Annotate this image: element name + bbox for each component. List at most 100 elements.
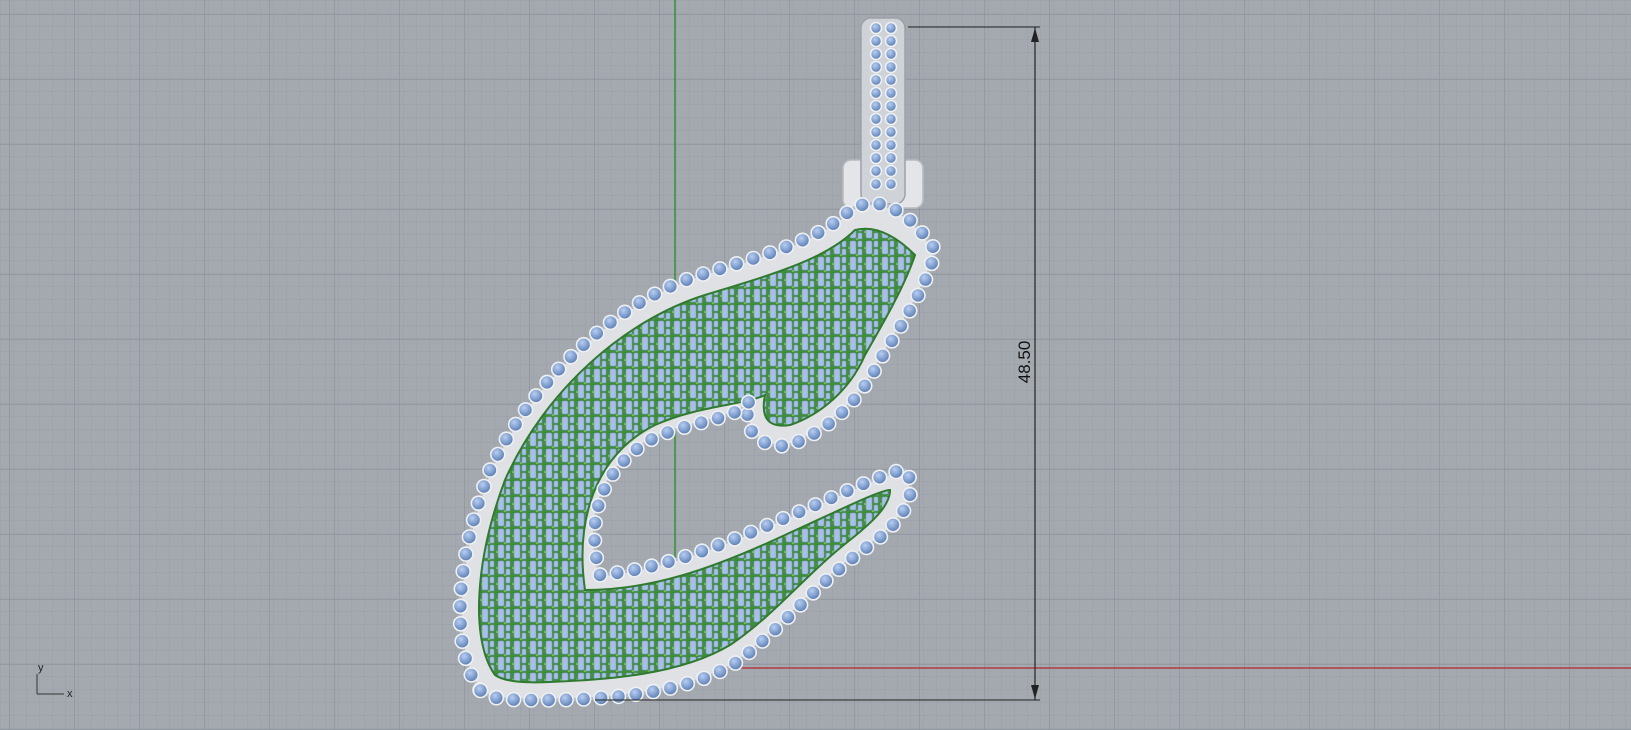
gem-stone <box>754 633 771 649</box>
gem-stone <box>596 481 613 498</box>
gem-stone <box>563 348 579 365</box>
gem-stone <box>507 416 524 433</box>
gem-stone <box>629 441 645 457</box>
gem-stone <box>727 655 744 671</box>
gem-stone <box>643 431 660 448</box>
rhino-front-viewport[interactable]: 48.50 y x <box>0 0 1631 730</box>
gem-stone <box>463 667 480 683</box>
gem-stone <box>775 510 791 527</box>
gem-stone <box>575 691 592 707</box>
gem-stone <box>602 314 619 331</box>
gem-stone <box>869 112 883 126</box>
gem-stone <box>884 112 898 126</box>
gem-stone <box>454 633 471 650</box>
gem-stone <box>558 691 574 708</box>
gem-stone <box>869 125 883 139</box>
gem-stone <box>660 553 677 570</box>
gem-stone <box>452 615 469 632</box>
gem-stone <box>452 598 469 615</box>
gem-stone <box>869 34 883 48</box>
gem-stone <box>489 446 506 463</box>
gem-stone <box>855 476 872 492</box>
gem-stone <box>628 686 644 703</box>
gem-stone <box>866 363 882 379</box>
gem-stone <box>884 138 898 152</box>
gem-stone <box>517 402 534 418</box>
gem-stone <box>917 271 934 288</box>
gem-stone <box>902 212 918 229</box>
gem-stone <box>874 347 891 364</box>
gem-stone <box>740 394 757 411</box>
gem-stone <box>834 404 850 421</box>
gem-stone <box>884 21 898 35</box>
gem-stone <box>884 99 898 113</box>
gem-stone <box>871 196 888 212</box>
gem-stone <box>869 86 883 100</box>
gem-stone <box>662 680 679 696</box>
gem-stone <box>888 463 904 480</box>
gem-stone <box>550 361 567 378</box>
gem-stone <box>869 47 883 61</box>
gem-stone <box>695 266 711 282</box>
gem-stone <box>792 597 809 613</box>
gem-stone <box>590 497 607 514</box>
gem-stone <box>895 502 912 519</box>
gem-stone <box>820 415 837 432</box>
gem-stone <box>678 271 695 288</box>
gem-stone <box>712 663 728 680</box>
gem-stone <box>839 205 855 221</box>
gem-stone <box>831 561 847 578</box>
gem-stone <box>458 546 474 562</box>
gem-stone <box>790 433 807 450</box>
gem-stone <box>588 549 605 566</box>
gem-stone <box>869 177 883 191</box>
gem-stone <box>609 565 626 581</box>
axis-icon-x-label: x <box>67 688 73 700</box>
gem-stone <box>586 532 603 549</box>
gem-stone <box>810 224 827 241</box>
gem-stone <box>659 424 676 441</box>
gem-stone <box>498 431 515 448</box>
gem-stone <box>645 683 662 700</box>
gem-stone <box>631 294 648 311</box>
gem-stone <box>523 692 539 708</box>
gem-stone <box>884 164 898 178</box>
gem-stone <box>844 550 861 566</box>
gem-stone <box>914 225 931 241</box>
gem-stone <box>756 434 773 451</box>
gem-stone <box>884 60 898 74</box>
gem-stone <box>884 151 898 165</box>
gem-stone <box>741 644 758 661</box>
gem-stone <box>575 336 592 353</box>
gem-stone <box>461 529 478 545</box>
gem-stone <box>791 504 808 520</box>
gem-stone <box>472 682 489 699</box>
gem-stone <box>923 255 940 272</box>
gem-stone <box>762 245 778 261</box>
gem-stone <box>869 151 883 165</box>
gem-stone <box>616 304 633 321</box>
gem-stone <box>643 558 660 575</box>
gem-stone <box>884 47 898 61</box>
gem-stone <box>773 437 790 454</box>
gem-stone <box>726 404 743 421</box>
gem-stone <box>455 563 472 580</box>
gem-stone <box>540 692 557 708</box>
gem-stone <box>856 377 873 394</box>
gem-stone <box>676 419 693 436</box>
gem-stone <box>767 621 784 638</box>
gem-stone <box>901 469 917 486</box>
gem-stone <box>677 548 694 565</box>
gem-stone <box>693 414 710 431</box>
gem-stone <box>604 466 621 482</box>
gem-stone <box>710 410 726 426</box>
gem-stone <box>712 261 728 277</box>
gem-stone <box>858 539 875 556</box>
gem-stone <box>528 388 544 404</box>
gem-stone <box>893 318 909 334</box>
gem-stone <box>470 495 487 512</box>
gem-stone <box>679 675 696 692</box>
gem-stone <box>465 512 482 528</box>
gem-stone <box>818 572 834 589</box>
gem-stone <box>476 478 492 495</box>
